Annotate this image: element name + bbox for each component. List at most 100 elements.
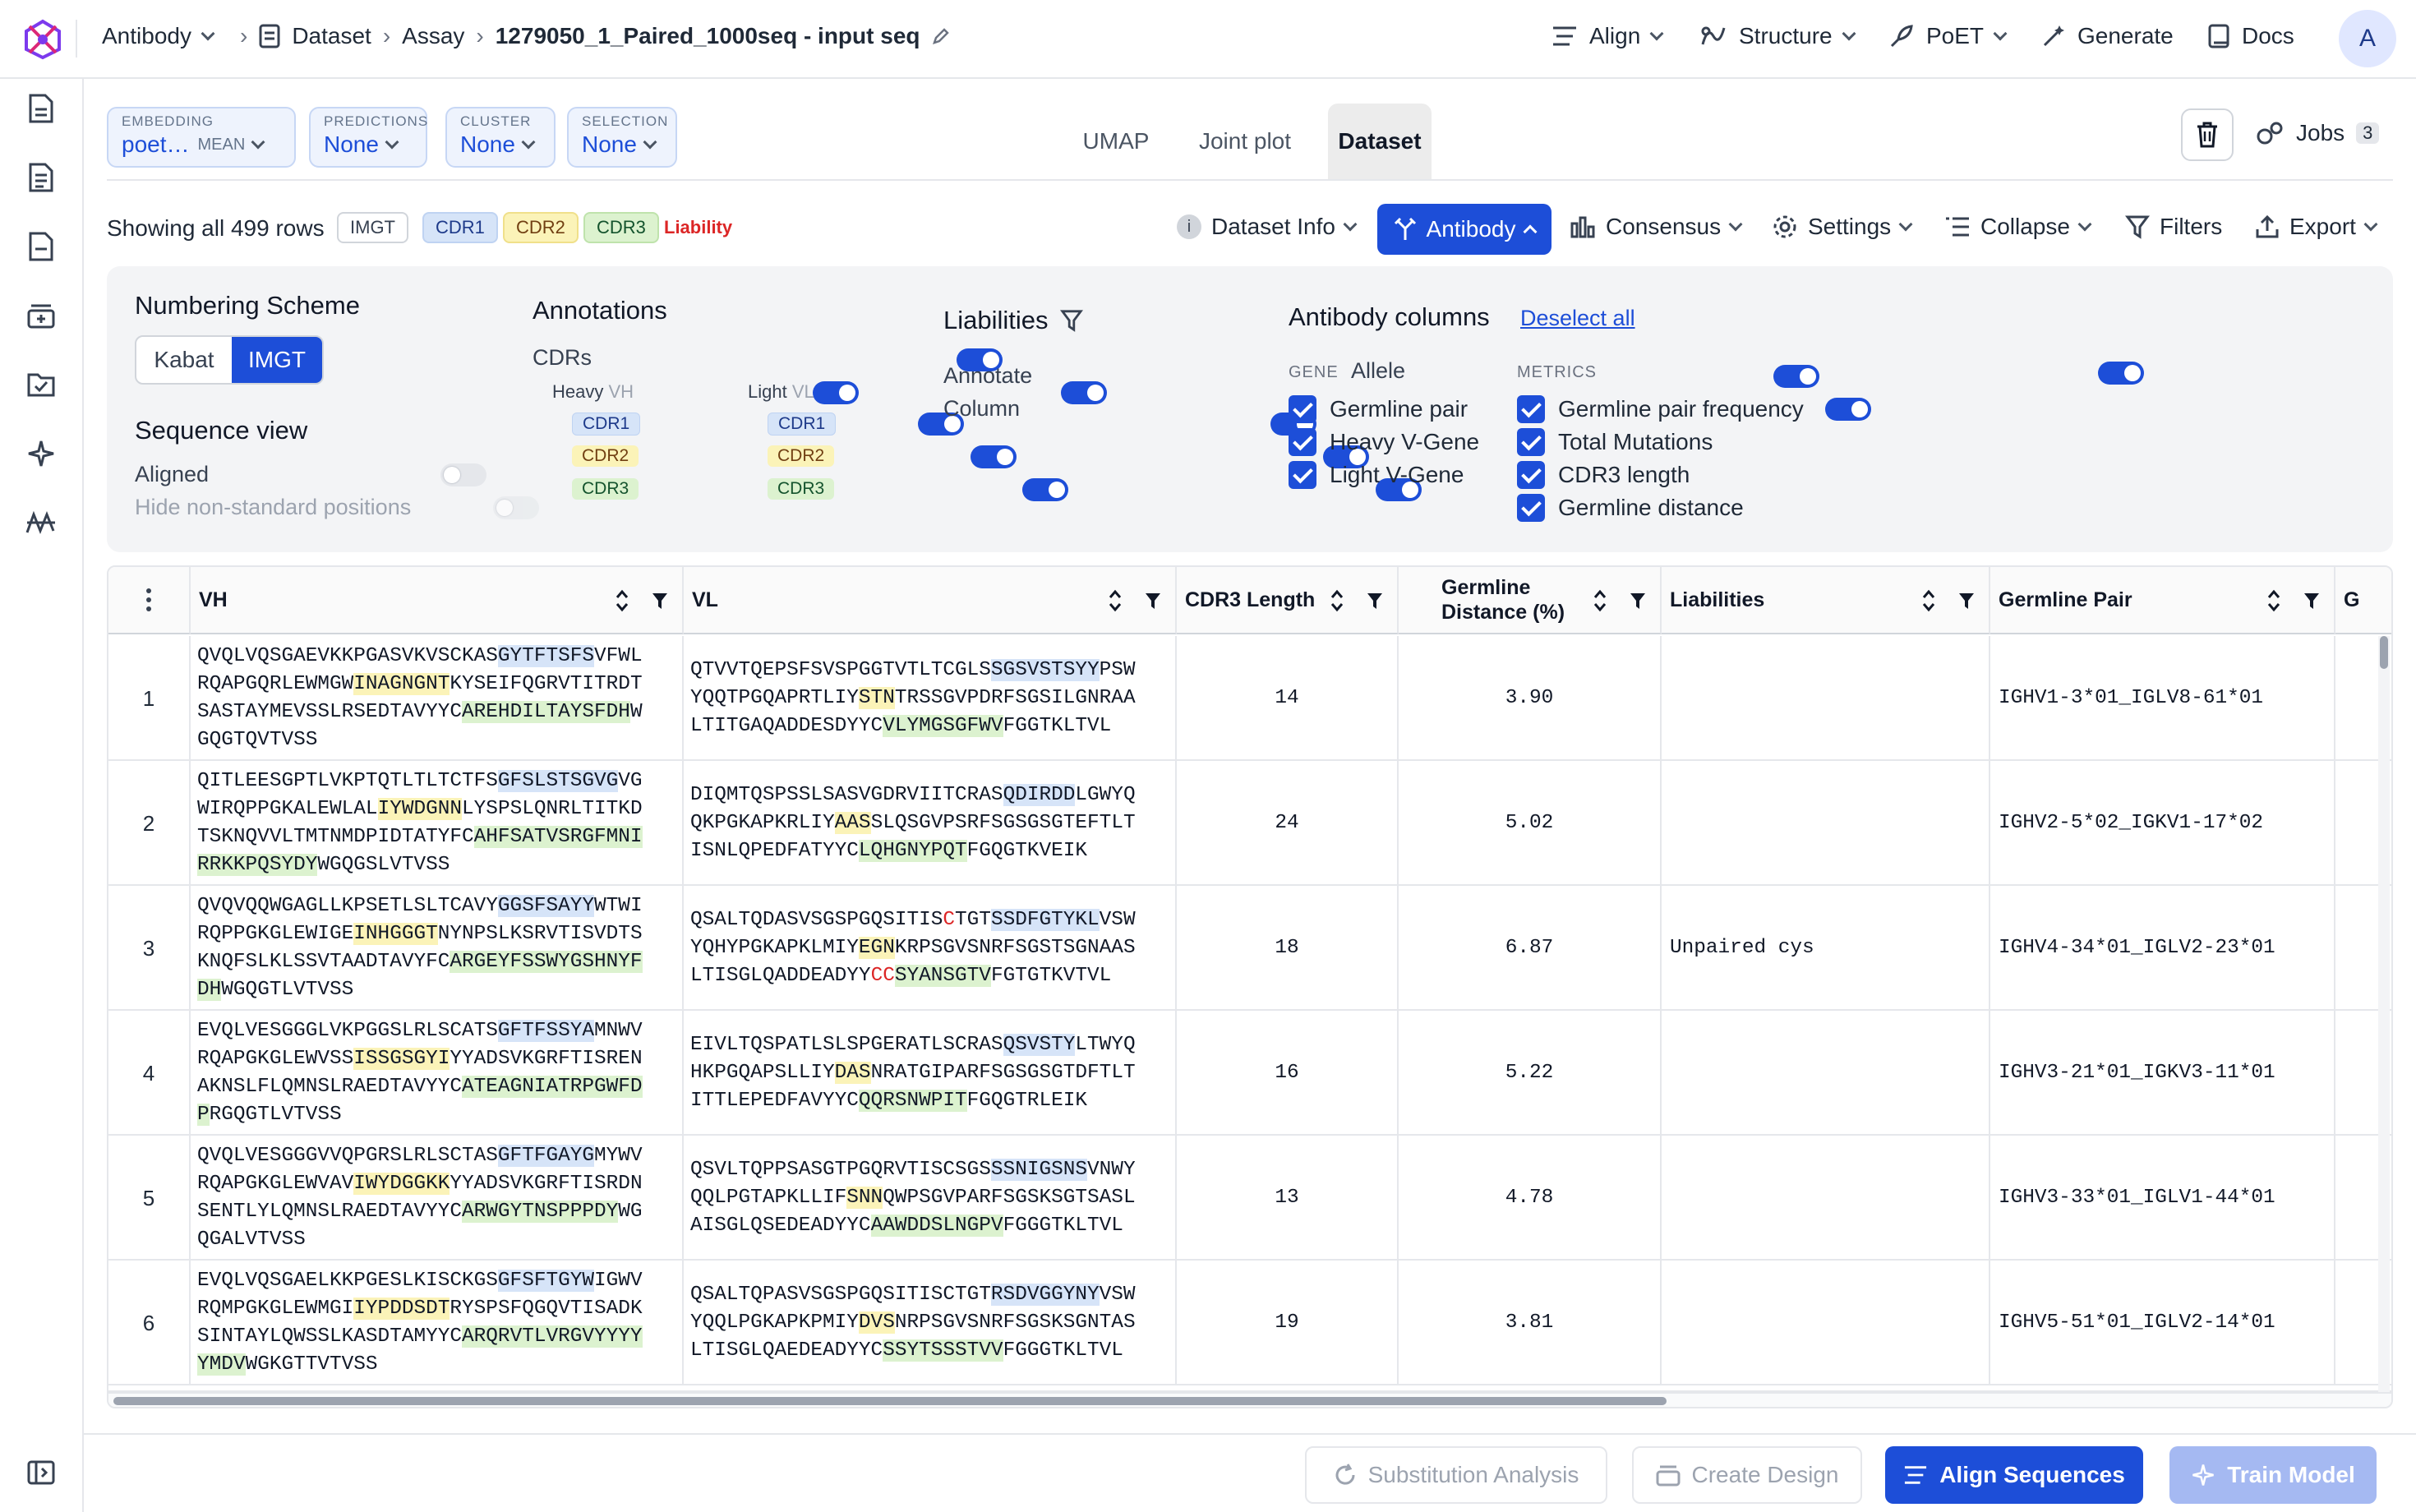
- sidebar-expand-icon[interactable]: [25, 1456, 58, 1489]
- germline-distance-cell[interactable]: 4.78: [1399, 1136, 1662, 1261]
- filters-button[interactable]: Filters: [2125, 214, 2222, 240]
- tab-umap[interactable]: UMAP: [1068, 104, 1164, 179]
- liabilities-cell[interactable]: [1662, 1261, 1990, 1385]
- cdr3-length-cell[interactable]: 16: [1177, 1011, 1399, 1136]
- settings-button[interactable]: Settings: [1772, 214, 1913, 240]
- project-selector[interactable]: Antibody: [102, 23, 215, 49]
- vh-cell[interactable]: QVQVQQWGAGLLKPSETLSLTCAVYGGSFSAYYWTWI RQ…: [191, 886, 684, 1011]
- vh-cell[interactable]: QVQLVESGGGVVQPGRSLRLSCTASGFTFGAYGMYWV RQ…: [191, 1136, 684, 1261]
- cdr3-length-cell[interactable]: 14: [1177, 636, 1399, 761]
- vh-cell[interactable]: QITLEESGPTLVKPTQTLTLTCTFSGFSLSTSGVGVG WI…: [191, 761, 684, 886]
- filter-vh-icon[interactable]: [651, 592, 669, 611]
- filter-germline-pair-icon[interactable]: [2303, 592, 2321, 611]
- cdr3-length-cell[interactable]: 18: [1177, 886, 1399, 1011]
- col-header-germline-distance[interactable]: Germline Distance (%): [1399, 567, 1662, 634]
- sidebar-analytics-icon[interactable]: [25, 506, 58, 539]
- metric-cdr3-length[interactable]: CDR3 length: [1517, 459, 1690, 491]
- sidebar-sparkle-icon[interactable]: [25, 437, 58, 470]
- filter-icon[interactable]: [1059, 309, 1083, 332]
- tab-joint-plot[interactable]: Joint plot: [1185, 104, 1305, 179]
- vl-cell[interactable]: EIVLTQSPATLSLSPGERATLSCRASQSVSTYLTWYQ HK…: [684, 1011, 1177, 1136]
- row-index-cell[interactable]: 4: [108, 1011, 191, 1136]
- edit-pencil-icon[interactable]: [932, 27, 950, 45]
- allele-toggle[interactable]: [2098, 362, 2145, 385]
- horizontal-scrollbar-thumb[interactable]: [113, 1397, 1667, 1405]
- antibody-button[interactable]: Antibody: [1377, 204, 1551, 255]
- numbering-kabat[interactable]: Kabat: [136, 337, 232, 383]
- metric-germline-freq[interactable]: Germline pair frequency: [1517, 393, 1804, 426]
- sidebar-files-icon[interactable]: [25, 92, 58, 125]
- breadcrumb-dataset[interactable]: Dataset: [292, 23, 371, 49]
- light-toggle[interactable]: [1061, 381, 1108, 404]
- sort-germline-distance-icon[interactable]: [1593, 588, 1607, 613]
- col-header-vl[interactable]: VL: [684, 567, 1177, 634]
- column-toggle[interactable]: [1825, 398, 1872, 421]
- dataset-info-button[interactable]: i Dataset Info: [1177, 214, 1358, 240]
- germline-distance-cell[interactable]: 5.02: [1399, 761, 1662, 886]
- col-header-next[interactable]: G: [2335, 567, 2391, 634]
- gene-heavy-vgene[interactable]: Heavy V-Gene: [1289, 426, 1479, 459]
- vh-cell[interactable]: EVQLVQSGAELKKPGESLKISCKGSGFSFTGYWIGWV RQ…: [191, 1261, 684, 1385]
- liabilities-cell[interactable]: [1662, 1011, 1990, 1136]
- table-row[interactable]: 6 EVQLVQSGAELKKPGESLKISCKGSGFSFTGYWIGWV R…: [108, 1261, 2391, 1385]
- create-design-button[interactable]: Create Design: [1632, 1446, 1862, 1504]
- filter-vl-icon[interactable]: [1144, 592, 1162, 611]
- metric-germline-distance[interactable]: Germline distance: [1517, 491, 1744, 524]
- sort-cdr3-length-icon[interactable]: [1330, 588, 1344, 613]
- gene-light-vgene[interactable]: Light V-Gene: [1289, 459, 1464, 491]
- sidebar-datasets-icon[interactable]: [25, 230, 58, 263]
- table-row[interactable]: 4 EVQLVESGGGLVKPGGSLRLSCATSGFTFSSYAMNWV R…: [108, 1011, 2391, 1136]
- vh-cell[interactable]: EVQLVESGGGLVKPGGSLRLSCATSGFTFSSYAMNWV RQ…: [191, 1011, 684, 1136]
- tab-dataset[interactable]: Dataset: [1328, 104, 1432, 179]
- app-logo-icon[interactable]: [21, 18, 64, 61]
- delete-button[interactable]: [2181, 108, 2234, 161]
- table-row[interactable]: 5 QVQLVESGGGVVQPGRSLRLSCTASGFTFGAYGMYWV R…: [108, 1136, 2391, 1261]
- filter-liabilities-icon[interactable]: [1957, 592, 1976, 611]
- row-index-cell[interactable]: 2: [108, 761, 191, 886]
- predictions-select[interactable]: PREDICTIONS None: [309, 107, 427, 168]
- germline-distance-cell[interactable]: 6.87: [1399, 886, 1662, 1011]
- cdr3-length-cell[interactable]: 19: [1177, 1261, 1399, 1385]
- export-button[interactable]: Export: [2255, 214, 2378, 240]
- metric-total-mutations[interactable]: Total Mutations: [1517, 426, 1713, 459]
- align-sequences-button[interactable]: Align Sequences: [1885, 1446, 2143, 1504]
- table-row[interactable]: [108, 1385, 2391, 1392]
- cdr3-length-cell[interactable]: 13: [1177, 1136, 1399, 1261]
- vl-cell[interactable]: DIQMTQSPSSLSASVGDRVIITCRASQDIRDDLGWYQ QK…: [684, 761, 1177, 886]
- heavy-toggle[interactable]: [813, 381, 860, 404]
- embedding-select[interactable]: EMBEDDING poet… MEAN: [107, 107, 296, 168]
- germline-pair-cell[interactable]: IGHV4-34*01_IGLV2-23*01: [1990, 886, 2335, 1011]
- vl-cell[interactable]: QSALTQPASVSGSPGQSITISCTGTRSDVGGYNYVSW YQ…: [684, 1261, 1177, 1385]
- liabilities-cell[interactable]: [1662, 636, 1990, 761]
- train-model-button[interactable]: Train Model: [2169, 1446, 2377, 1504]
- gene-germline-pair[interactable]: Germline pair: [1289, 393, 1468, 426]
- col-header-vh[interactable]: VH: [191, 567, 684, 634]
- deselect-all-link[interactable]: Deselect all: [1520, 306, 1635, 331]
- horizontal-scrollbar[interactable]: [108, 1392, 2391, 1407]
- align-menu[interactable]: Align: [1551, 23, 1664, 49]
- row-index-cell[interactable]: 5: [108, 1136, 191, 1261]
- table-row[interactable]: 2 QITLEESGPTLVKPTQTLTLTCTFSGFSLSTSGVGVG W…: [108, 761, 2391, 886]
- germline-pair-cell[interactable]: IGHV2-5*02_IGKV1-17*02: [1990, 761, 2335, 886]
- substitution-analysis-button[interactable]: Substitution Analysis: [1305, 1446, 1607, 1504]
- breadcrumb-assay[interactable]: Assay: [402, 23, 464, 49]
- germline-pair-cell[interactable]: IGHV3-33*01_IGLV1-44*01: [1990, 1136, 2335, 1261]
- table-row[interactable]: 1 QVQLVQSGAEVKKPGASVKVSCKASGYTFTSFSVFWL R…: [108, 636, 2391, 761]
- annotate-toggle[interactable]: [1773, 365, 1819, 388]
- sort-vl-icon[interactable]: [1108, 588, 1123, 613]
- docs-button[interactable]: Docs: [2207, 23, 2294, 49]
- liabilities-cell[interactable]: [1662, 1136, 1990, 1261]
- vl-cell[interactable]: QTVVTQEPSFSVSPGGTVTLTCGLSSGSVSTSYYPSW YQ…: [684, 636, 1177, 761]
- avatar[interactable]: A: [2339, 10, 2396, 67]
- row-index-cell[interactable]: 3: [108, 886, 191, 1011]
- row-index-cell[interactable]: 1: [108, 636, 191, 761]
- row-index-cell[interactable]: 6: [108, 1261, 191, 1385]
- structure-menu[interactable]: Structure: [1699, 23, 1856, 49]
- table-row[interactable]: 3 QVQVQQWGAGLLKPSETLSLTCAVYGGSFSAYYWTWI R…: [108, 886, 2391, 1011]
- cdr3-length-cell[interactable]: 24: [1177, 761, 1399, 886]
- germline-pair-cell[interactable]: IGHV5-51*01_IGLV2-14*01: [1990, 1261, 2335, 1385]
- filter-cdr3-length-icon[interactable]: [1366, 592, 1384, 611]
- hide-nonstandard-toggle[interactable]: [492, 496, 539, 519]
- sort-germline-pair-icon[interactable]: [2266, 588, 2281, 613]
- filter-germline-distance-icon[interactable]: [1629, 592, 1647, 611]
